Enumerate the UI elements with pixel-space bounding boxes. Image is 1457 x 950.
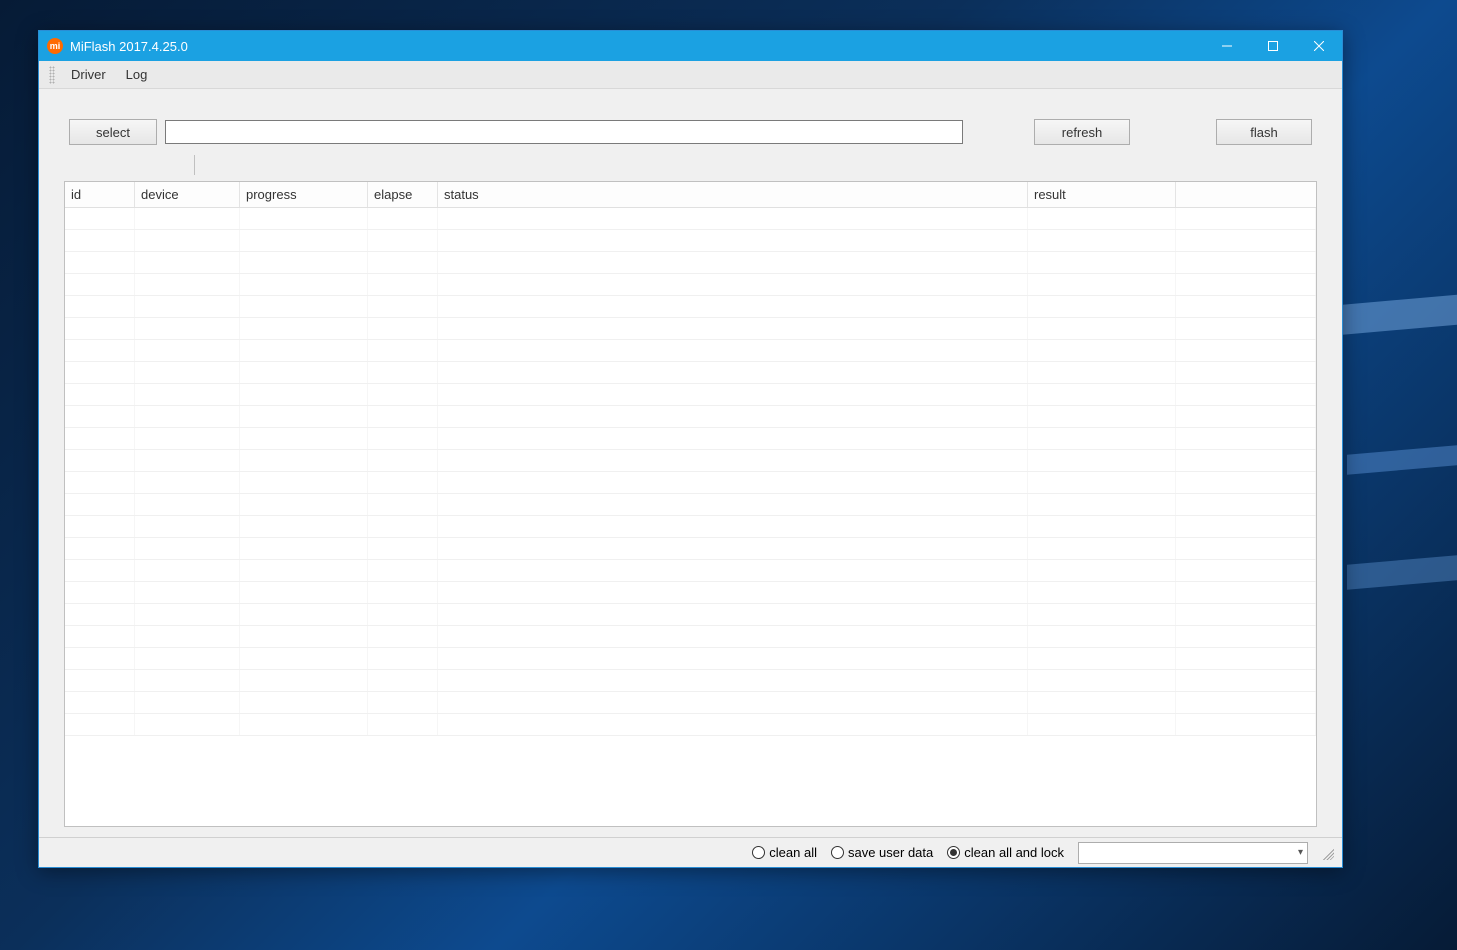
col-id[interactable]: id bbox=[65, 182, 135, 207]
col-device[interactable]: device bbox=[135, 182, 240, 207]
radio-label: clean all and lock bbox=[964, 845, 1064, 860]
minimize-button[interactable] bbox=[1204, 31, 1250, 61]
radio-clean-all[interactable]: clean all bbox=[752, 845, 817, 860]
table-row[interactable] bbox=[65, 714, 1316, 736]
menu-log[interactable]: Log bbox=[116, 63, 158, 86]
table-row[interactable] bbox=[65, 560, 1316, 582]
script-combo[interactable]: ▾ bbox=[1078, 842, 1308, 864]
table-row[interactable] bbox=[65, 274, 1316, 296]
statusbar: clean all save user data clean all and l… bbox=[39, 837, 1342, 867]
flash-button[interactable]: flash bbox=[1216, 119, 1312, 145]
device-table: id device progress elapse status result bbox=[64, 181, 1317, 827]
table-row[interactable] bbox=[65, 692, 1316, 714]
toolbar: select refresh flash bbox=[39, 89, 1342, 155]
table-row[interactable] bbox=[65, 472, 1316, 494]
menubar: Driver Log bbox=[39, 61, 1342, 89]
table-row[interactable] bbox=[65, 516, 1316, 538]
radio-clean-all-and-lock[interactable]: clean all and lock bbox=[947, 845, 1064, 860]
chevron-down-icon: ▾ bbox=[1298, 847, 1303, 858]
path-input[interactable] bbox=[165, 120, 963, 144]
table-row[interactable] bbox=[65, 230, 1316, 252]
radio-label: clean all bbox=[769, 845, 817, 860]
table-row[interactable] bbox=[65, 384, 1316, 406]
app-icon: mi bbox=[47, 38, 63, 54]
col-progress[interactable]: progress bbox=[240, 182, 368, 207]
table-row[interactable] bbox=[65, 252, 1316, 274]
radio-save-user-data[interactable]: save user data bbox=[831, 845, 933, 860]
table-body bbox=[65, 208, 1316, 826]
table-header: id device progress elapse status result bbox=[65, 182, 1316, 208]
radio-icon bbox=[831, 846, 844, 859]
select-button[interactable]: select bbox=[69, 119, 157, 145]
table-row[interactable] bbox=[65, 648, 1316, 670]
table-row[interactable] bbox=[65, 428, 1316, 450]
refresh-button[interactable]: refresh bbox=[1034, 119, 1130, 145]
resize-grip-icon[interactable] bbox=[1320, 846, 1334, 860]
col-result[interactable]: result bbox=[1028, 182, 1176, 207]
table-row[interactable] bbox=[65, 670, 1316, 692]
table-row[interactable] bbox=[65, 362, 1316, 384]
table-row[interactable] bbox=[65, 208, 1316, 230]
table-row[interactable] bbox=[65, 406, 1316, 428]
table-row[interactable] bbox=[65, 296, 1316, 318]
table-row[interactable] bbox=[65, 582, 1316, 604]
table-row[interactable] bbox=[65, 450, 1316, 472]
col-status[interactable]: status bbox=[438, 182, 1028, 207]
close-button[interactable] bbox=[1296, 31, 1342, 61]
radio-icon bbox=[752, 846, 765, 859]
table-row[interactable] bbox=[65, 494, 1316, 516]
menubar-grip-icon bbox=[49, 66, 55, 84]
app-window: mi MiFlash 2017.4.25.0 Driver Log select… bbox=[38, 30, 1343, 868]
table-row[interactable] bbox=[65, 538, 1316, 560]
menu-driver[interactable]: Driver bbox=[61, 63, 116, 86]
radio-label: save user data bbox=[848, 845, 933, 860]
maximize-button[interactable] bbox=[1250, 31, 1296, 61]
table-row[interactable] bbox=[65, 340, 1316, 362]
titlebar[interactable]: mi MiFlash 2017.4.25.0 bbox=[39, 31, 1342, 61]
col-elapse[interactable]: elapse bbox=[368, 182, 438, 207]
radio-icon bbox=[947, 846, 960, 859]
window-title: MiFlash 2017.4.25.0 bbox=[70, 39, 188, 54]
col-spacer bbox=[1176, 182, 1316, 207]
table-row[interactable] bbox=[65, 318, 1316, 340]
table-row[interactable] bbox=[65, 604, 1316, 626]
table-row[interactable] bbox=[65, 626, 1316, 648]
toolbar-separator bbox=[194, 155, 195, 175]
